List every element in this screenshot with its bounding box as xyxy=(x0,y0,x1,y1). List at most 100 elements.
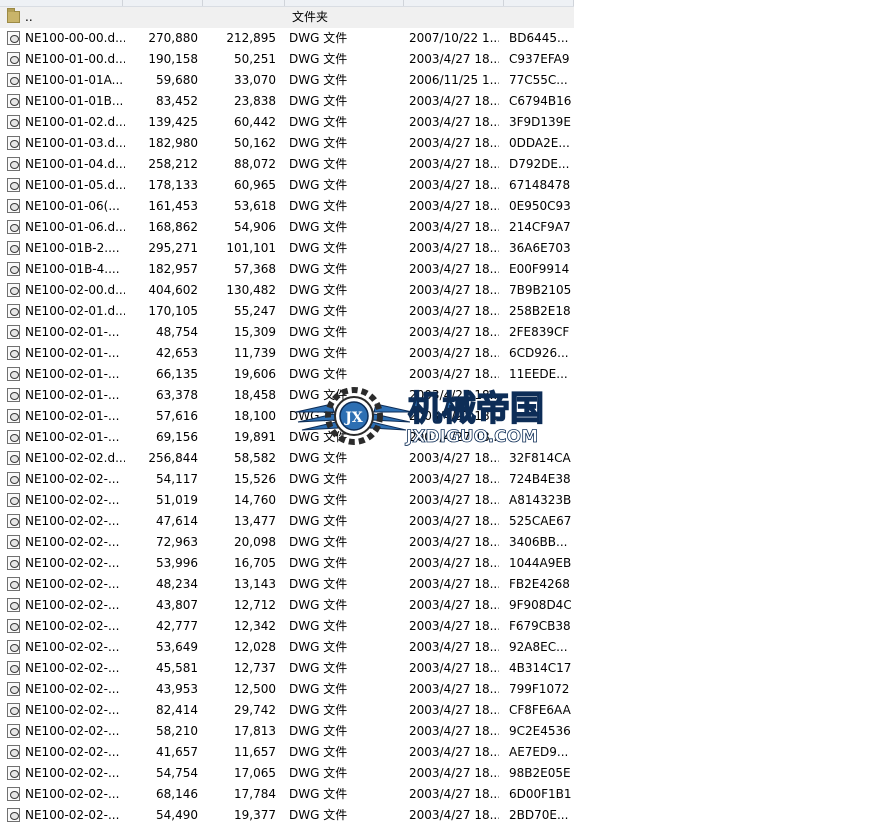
file-row[interactable]: NE100-02-02-... 54,490 19,377 DWG 文件 2003/4/… xyxy=(0,805,574,826)
file-size: 190,158 xyxy=(148,52,198,66)
file-modified: 2003/4/27 18... xyxy=(409,409,499,423)
file-size: 48,754 xyxy=(156,325,198,339)
file-name: NE100-02-01-... xyxy=(25,430,120,444)
dwg-file-icon xyxy=(5,679,23,700)
file-name: NE100-02-02-... xyxy=(25,724,120,738)
file-row[interactable]: NE100-02-02-... 72,963 20,098 DWG 文件 2003/4/… xyxy=(0,532,574,553)
file-row[interactable]: NE100-02-02-... 45,581 12,737 DWG 文件 2003/4/… xyxy=(0,658,574,679)
dwg-file-icon xyxy=(5,238,23,259)
file-crc: E00F9914 xyxy=(509,262,570,276)
file-row[interactable]: NE100-02-02-... 53,996 16,705 DWG 文件 2003/4/… xyxy=(0,553,574,574)
file-row[interactable]: NE100-02-02-... 43,953 12,500 DWG 文件 2003/4/… xyxy=(0,679,574,700)
file-crc: 92A8EC... xyxy=(509,640,568,654)
file-size: 43,807 xyxy=(156,598,198,612)
dwg-file-icon xyxy=(5,490,23,511)
file-name: NE100-02-02-... xyxy=(25,787,120,801)
file-row[interactable]: NE100-01B-2.... 295,271 101,101 DWG 文件 2003/… xyxy=(0,238,574,259)
file-modified: 2007/10/22 1... xyxy=(409,31,499,45)
file-type: DWG 文件 xyxy=(289,136,348,150)
file-modified: 2003/4/27 18... xyxy=(409,493,499,507)
file-row[interactable]: NE100-02-01-... 63,378 18,458 DWG 文件 2003/4/… xyxy=(0,385,574,406)
file-row[interactable]: NE100-02-01-... 57,616 18,100 DWG 文件 2003/4/… xyxy=(0,406,574,427)
file-size: 258,212 xyxy=(148,157,198,171)
dwg-file-icon xyxy=(5,784,23,805)
file-row[interactable]: NE100-02-02-... 42,777 12,342 DWG 文件 2003/4/… xyxy=(0,616,574,637)
parent-folder-row[interactable]: .. 文件夹 xyxy=(0,7,574,28)
dwg-file-icon xyxy=(5,448,23,469)
file-crc: 799F1072 xyxy=(509,682,570,696)
file-packed-size: 18,458 xyxy=(234,388,276,402)
file-row[interactable]: NE100-01-06(... 161,453 53,618 DWG 文件 2003/4… xyxy=(0,196,574,217)
file-packed-size: 19,606 xyxy=(234,367,276,381)
file-row[interactable]: NE100-02-02-... 82,414 29,742 DWG 文件 2003/4/… xyxy=(0,700,574,721)
file-row[interactable]: NE100-01-05.d... 178,133 60,965 DWG 文件 2003/… xyxy=(0,175,574,196)
file-row[interactable]: NE100-01-06.d... 168,862 54,906 DWG 文件 2003/… xyxy=(0,217,574,238)
file-row[interactable]: NE100-02-02-... 43,807 12,712 DWG 文件 2003/4/… xyxy=(0,595,574,616)
parent-folder-name: .. xyxy=(25,10,33,24)
file-row[interactable]: NE100-02-02-... 58,210 17,813 DWG 文件 2003/4/… xyxy=(0,721,574,742)
file-type: DWG 文件 xyxy=(289,94,348,108)
dwg-file-icon xyxy=(5,28,23,49)
file-row[interactable]: NE100-01-00.d... 190,158 50,251 DWG 文件 2003/… xyxy=(0,49,574,70)
file-type: DWG 文件 xyxy=(289,619,348,633)
file-crc: 1044A9EB xyxy=(509,556,571,570)
file-packed-size: 130,482 xyxy=(226,283,276,297)
file-size: 168,862 xyxy=(148,220,198,234)
file-row[interactable]: NE100-01-02.d... 139,425 60,442 DWG 文件 2003/… xyxy=(0,112,574,133)
file-row[interactable]: NE100-02-02-... 54,117 15,526 DWG 文件 2003/4/… xyxy=(0,469,574,490)
dwg-file-icon xyxy=(5,763,23,784)
file-row[interactable]: NE100-02-01-... 66,135 19,606 DWG 文件 2003/4/… xyxy=(0,364,574,385)
file-row[interactable]: NE100-02-01-... 69,156 19,891 DWG 文件 2003/4/… xyxy=(0,427,574,448)
file-size: 43,953 xyxy=(156,682,198,696)
file-row[interactable]: NE100-01B-4.... 182,957 57,368 DWG 文件 2003/4… xyxy=(0,259,574,280)
file-crc: 4B314C17 xyxy=(509,661,571,675)
file-row[interactable]: NE100-01-01B... 83,452 23,838 DWG 文件 2003/4/… xyxy=(0,91,574,112)
file-row[interactable]: NE100-02-02-... 48,234 13,143 DWG 文件 2003/4/… xyxy=(0,574,574,595)
file-size: 182,980 xyxy=(148,136,198,150)
file-row[interactable]: NE100-02-01-... 48,754 15,309 DWG 文件 2003/4/… xyxy=(0,322,574,343)
file-row[interactable]: NE100-02-02-... 41,657 11,657 DWG 文件 2003/4/… xyxy=(0,742,574,763)
file-row[interactable]: NE100-02-02-... 51,019 14,760 DWG 文件 2003/4/… xyxy=(0,490,574,511)
file-packed-size: 12,737 xyxy=(234,661,276,675)
file-row[interactable]: NE100-01-04.d... 258,212 88,072 DWG 文件 2003/… xyxy=(0,154,574,175)
file-name: NE100-02-02-... xyxy=(25,703,120,717)
file-packed-size: 17,784 xyxy=(234,787,276,801)
file-row[interactable]: NE100-02-02-... 54,754 17,065 DWG 文件 2003/4/… xyxy=(0,763,574,784)
file-row[interactable]: NE100-00-00.d... 270,880 212,895 DWG 文件 2007… xyxy=(0,28,574,49)
file-row[interactable]: NE100-02-01-... 42,653 11,739 DWG 文件 2003/4/… xyxy=(0,343,574,364)
file-size: 178,133 xyxy=(148,178,198,192)
file-name: NE100-02-02-... xyxy=(25,535,120,549)
file-row[interactable]: NE100-01-03.d... 182,980 50,162 DWG 文件 2003/… xyxy=(0,133,574,154)
file-row[interactable]: NE100-01-01A... 59,680 33,070 DWG 文件 2006/11… xyxy=(0,70,574,91)
file-crc: D792DE... xyxy=(509,157,570,171)
file-row[interactable]: NE100-02-01.d... 170,105 55,247 DWG 文件 2003/… xyxy=(0,301,574,322)
file-type: DWG 文件 xyxy=(289,73,348,87)
dwg-file-icon xyxy=(5,595,23,616)
file-row[interactable]: NE100-02-02-... 68,146 17,784 DWG 文件 2003/4/… xyxy=(0,784,574,805)
file-size: 47,614 xyxy=(156,514,198,528)
file-name: NE100-02-02-... xyxy=(25,745,120,759)
column-header-strip[interactable] xyxy=(0,0,574,7)
file-row[interactable]: NE100-02-00.d... 404,602 130,482 DWG 文件 2003… xyxy=(0,280,574,301)
file-row[interactable]: NE100-02-02.d... 256,844 58,582 DWG 文件 2003/… xyxy=(0,448,574,469)
file-type: DWG 文件 xyxy=(289,199,348,213)
file-crc: 2FE839CF xyxy=(509,325,570,339)
file-packed-size: 17,065 xyxy=(234,766,276,780)
file-name: NE100-02-01-... xyxy=(25,325,120,339)
file-modified: 2003/4/27 18... xyxy=(409,577,499,591)
file-crc: CF8FE6AA xyxy=(509,703,571,717)
file-name: NE100-02-02-... xyxy=(25,619,120,633)
file-size: 53,996 xyxy=(156,556,198,570)
file-packed-size: 12,712 xyxy=(234,598,276,612)
file-modified: 2003/4/27 18... xyxy=(409,745,499,759)
file-size: 54,490 xyxy=(156,808,198,822)
file-modified: 2003/4/27 18... xyxy=(409,199,499,213)
file-row[interactable]: NE100-02-02-... 53,649 12,028 DWG 文件 2003/4/… xyxy=(0,637,574,658)
file-crc: 36A6E703 xyxy=(509,241,571,255)
dwg-file-icon xyxy=(5,406,23,427)
file-packed-size: 54,906 xyxy=(234,220,276,234)
file-modified: 2003/4/27 18... xyxy=(409,430,499,444)
file-size: 295,271 xyxy=(148,241,198,255)
file-name: NE100-02-02-... xyxy=(25,472,120,486)
file-row[interactable]: NE100-02-02-... 47,614 13,477 DWG 文件 2003/4/… xyxy=(0,511,574,532)
